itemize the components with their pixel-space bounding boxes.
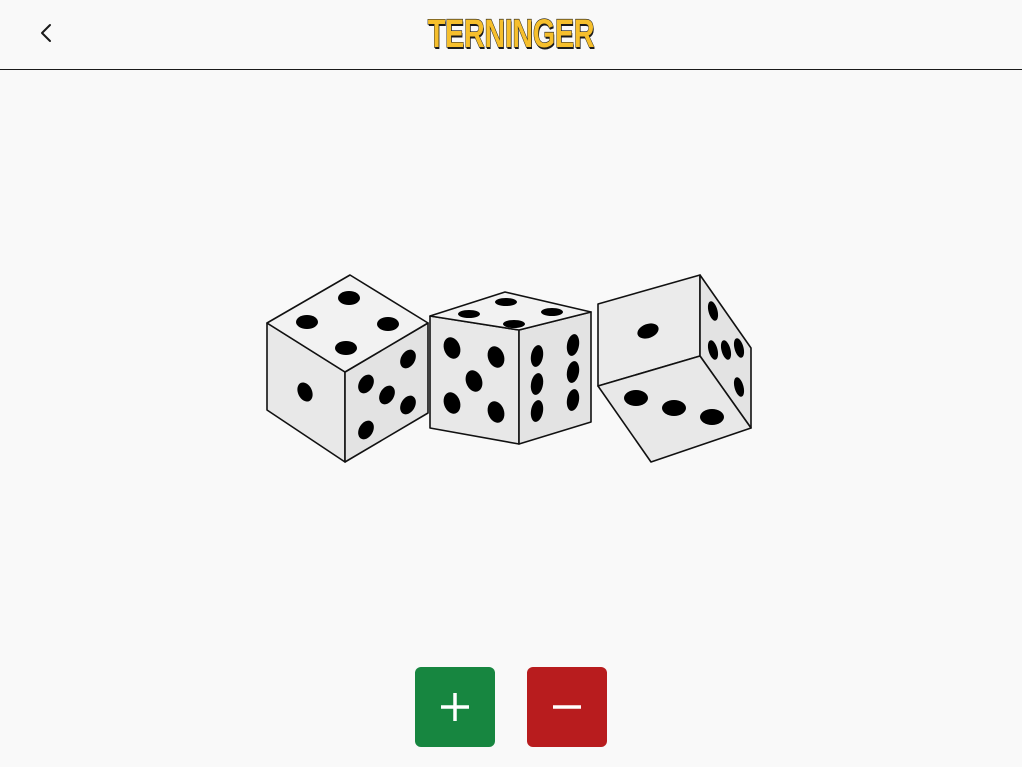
die-3[interactable] bbox=[597, 274, 752, 463]
top-bar: TERNINGER bbox=[0, 0, 1022, 70]
back-button[interactable] bbox=[30, 16, 64, 50]
chevron-left-icon bbox=[41, 24, 51, 42]
page-title: TERNINGER bbox=[427, 11, 595, 56]
minus-icon bbox=[553, 705, 581, 709]
dice-app: TERNINGER bbox=[0, 0, 1022, 767]
dice-illustration bbox=[266, 274, 752, 463]
dice-controls bbox=[415, 667, 607, 747]
dice-display[interactable] bbox=[260, 268, 760, 468]
plus-icon bbox=[441, 693, 469, 721]
die-2-right-face bbox=[518, 311, 592, 445]
add-die-button[interactable] bbox=[415, 667, 495, 747]
remove-die-button[interactable] bbox=[527, 667, 607, 747]
die-2[interactable] bbox=[429, 291, 592, 445]
